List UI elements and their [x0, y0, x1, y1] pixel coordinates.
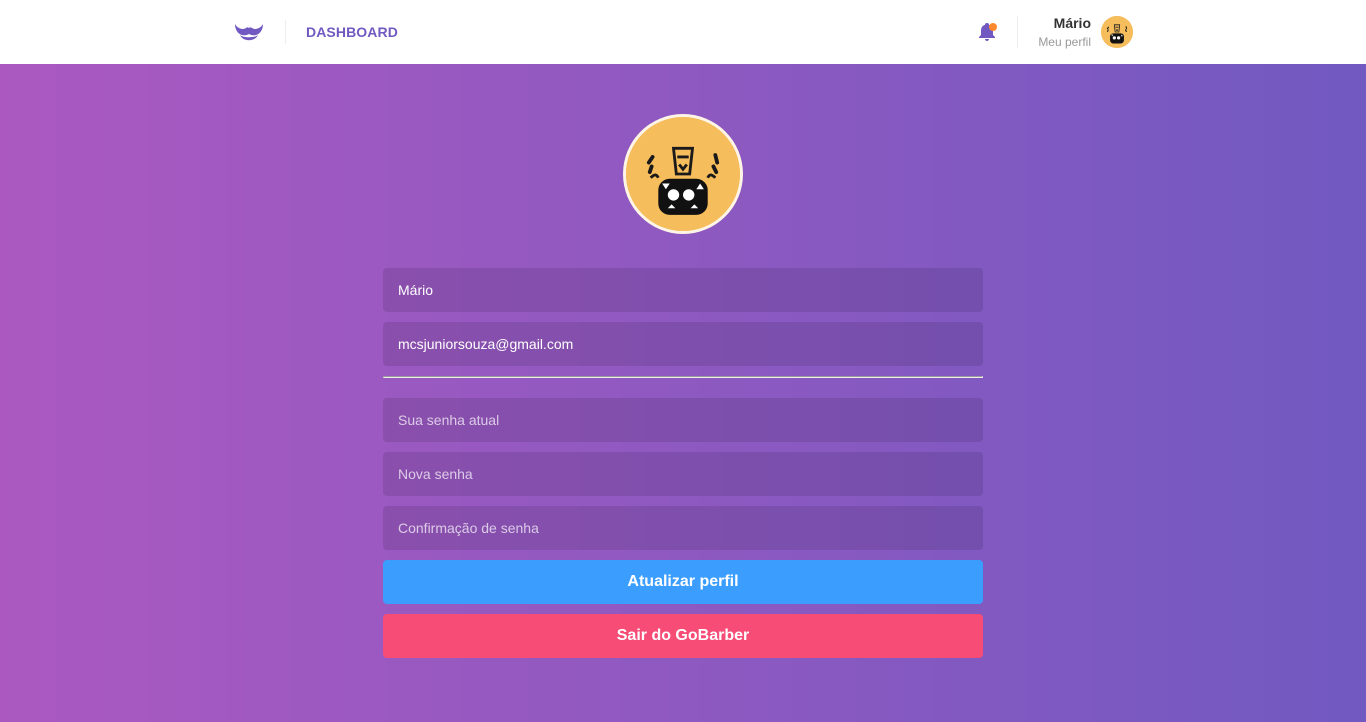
profile-name: Mário	[1053, 15, 1091, 31]
profile-menu: Mário Meu perfil	[1038, 15, 1133, 49]
gobarber-logo-icon[interactable]	[233, 19, 265, 45]
avatar-section	[383, 114, 983, 234]
email-input[interactable]	[383, 322, 983, 366]
profile-text: Mário Meu perfil	[1038, 15, 1091, 49]
new-password-input[interactable]	[383, 452, 983, 496]
logout-button[interactable]: Sair do GoBarber	[383, 614, 983, 658]
profile-avatar[interactable]	[1101, 16, 1133, 48]
confirm-password-input[interactable]	[383, 506, 983, 550]
top-header: DASHBOARD Mário Meu perfil	[0, 0, 1366, 64]
form-divider	[383, 376, 983, 378]
update-profile-button[interactable]: Atualizar perfil	[383, 560, 983, 604]
profile-container: Atualizar perfil Sair do GoBarber	[383, 114, 983, 658]
profile-divider	[1017, 16, 1019, 48]
user-area: Mário Meu perfil	[977, 0, 1133, 64]
current-password-input[interactable]	[383, 398, 983, 442]
notification-dot	[989, 23, 998, 31]
my-profile-link[interactable]: Meu perfil	[1038, 35, 1091, 49]
avatar-upload[interactable]	[623, 114, 743, 234]
logo-divider	[285, 20, 286, 44]
notifications-button[interactable]	[977, 22, 998, 42]
profile-form: Atualizar perfil	[383, 268, 983, 604]
monster-face-avatar-icon	[626, 117, 740, 231]
main-nav: DASHBOARD	[233, 0, 398, 64]
header-content: DASHBOARD Mário Meu perfil	[233, 0, 1133, 64]
nav-dashboard-link[interactable]: DASHBOARD	[306, 24, 398, 40]
name-input[interactable]	[383, 268, 983, 312]
